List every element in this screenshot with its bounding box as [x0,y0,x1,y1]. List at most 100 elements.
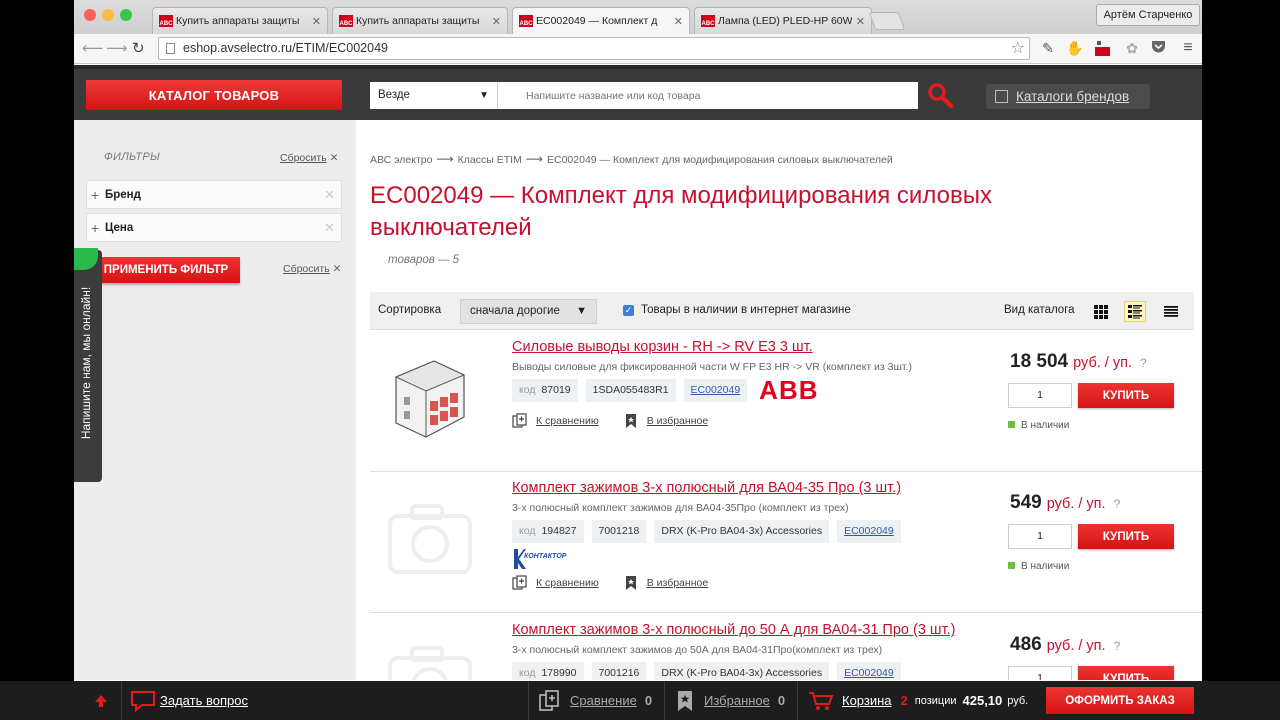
table-view-icon[interactable] [1160,301,1182,322]
catalog-button[interactable]: КАТАЛОГ ТОВАРОВ [86,80,342,110]
product-article: 7001218 [591,520,647,543]
browser-tab-2[interactable]: ABC Купить аппараты защиты ✕ [332,7,508,34]
product-series: DRX (K-Pro ВА04-3х) Accessories [654,662,830,680]
search-icon [928,83,954,109]
scroll-top-button[interactable] [94,681,108,720]
zoom-window-button[interactable] [120,9,132,21]
extension-icon[interactable] [1094,40,1110,56]
etim-class-link[interactable]: EC002049 [837,662,901,680]
product-image-placeholder[interactable] [384,488,476,588]
checkout-button[interactable]: ОФОРМИТЬ ЗАКАЗ [1046,687,1194,714]
bookmark-star-icon[interactable]: ☆ [1011,38,1025,59]
extension-icon[interactable]: ✋ [1066,40,1083,56]
brand-logo-abb[interactable]: ABB [759,377,818,403]
chat-label: Напишите нам, мы онлайн! [79,286,93,440]
buy-button[interactable]: КУПИТЬ [1078,524,1174,549]
filter-brand[interactable]: + Бренд ✕ [86,180,342,209]
quantity-input[interactable]: 1 [1008,383,1072,408]
clear-filter-icon[interactable]: ✕ [324,181,335,209]
add-to-compare-link[interactable]: К сравнению [536,415,599,427]
product-name-link[interactable]: Комплект зажимов 3-х полюсный для ВА04-3… [512,480,901,496]
sort-select[interactable]: сначала дорогие ▼ [460,299,597,324]
code-value: 87019 [541,384,571,396]
cart-label: Корзина [842,693,892,708]
search-scope-select[interactable]: Везде ▼ [370,82,498,109]
etim-class-link[interactable]: EC002049 [683,379,748,402]
pocket-icon[interactable] [1150,40,1166,56]
address-bar[interactable]: eshop.avselectro.ru/ETIM/EC002049 ☆ [158,37,1030,60]
extension-icon[interactable]: ✎ [1040,40,1056,56]
etim-class-link[interactable]: EC002049 [837,520,901,543]
product-tags: код 178990 7001216 DRX (K-Pro ВА04-3х) Ac… [512,662,901,680]
product-name-link[interactable]: Силовые выводы корзин - RH -> RV E3 3 шт… [512,339,813,355]
compare-label: Сравнение [570,693,637,708]
filter-sidebar: ФИЛЬТРЫ Сбросить ✕ + Бренд ✕ + Цена ✕ ПРИ… [74,120,356,680]
in-stock-label[interactable]: Товары в наличии в интернет магазине [641,304,851,316]
close-tab-icon[interactable]: ✕ [856,15,865,28]
breadcrumb-item[interactable]: Классы ETIM [458,154,522,166]
reset-filters-link[interactable]: Сбросить ✕ [280,152,338,164]
product-description: Выводы силовые для фиксированной части W… [512,361,912,373]
product-image[interactable] [384,347,476,447]
filter-price[interactable]: + Цена ✕ [86,213,342,242]
search-input[interactable] [498,82,918,109]
breadcrumb-item-current: EC002049 — Комплект для модифицирования … [547,154,893,166]
sort-bar: Сортировка сначала дорогие ▼ ✓ Товары в … [370,292,1194,330]
paw-icon[interactable]: ✿ [1124,40,1140,56]
camera-placeholder-icon [388,504,472,574]
ask-question-button[interactable]: Задать вопрос [130,681,248,720]
forward-arrow-icon[interactable]: ⟶ [106,39,128,57]
product-tags: код 87019 1SDA055483R1 EC002049 ABB [512,377,819,403]
back-arrow-icon[interactable]: ⟵ [82,39,104,57]
close-icon: ✕ [329,152,339,164]
close-window-button[interactable] [84,9,96,21]
grid-view-icon[interactable] [1090,301,1112,322]
buy-button[interactable]: КУПИТЬ [1078,666,1174,680]
close-tab-icon[interactable]: ✕ [674,15,683,28]
product-name-link[interactable]: Комплект зажимов 3-х полюсный до 50 А дл… [512,622,955,638]
divider [797,681,798,720]
price-value: 549 [1010,492,1042,513]
browser-window: ABC Купить аппараты защиты ✕ ABC Купить … [74,0,1202,720]
buy-button[interactable]: КУПИТЬ [1078,383,1174,408]
add-to-compare-link[interactable]: К сравнению [536,577,599,589]
add-to-favorites-link[interactable]: В избранное [647,415,708,427]
price-help-icon[interactable]: ? [1114,497,1121,511]
profile-button[interactable]: Артём Старченко [1096,4,1200,26]
compare-button[interactable]: Сравнение 0 [538,681,652,720]
search-button[interactable] [926,81,956,111]
in-stock-checkbox[interactable]: ✓ [623,305,634,316]
browser-tab-4[interactable]: ABC Лампа (LED) PLED-HP 60W ✕ [694,7,872,34]
apply-filter-button[interactable]: ПРИМЕНИТЬ ФИЛЬТР [92,257,240,283]
brand-logo-kontaktor[interactable]: КОНТАКТОР [512,549,568,569]
browser-toolbar: ⟵ ⟶ ↻ eshop.avselectro.ru/ETIM/EC002049 … [74,34,1202,64]
favorites-button[interactable]: Избранное 0 [676,681,785,720]
minimize-window-button[interactable] [102,9,114,21]
add-to-favorites-link[interactable]: В избранное [647,577,708,589]
online-chat-tab[interactable]: Напишите нам, мы онлайн! [74,248,102,482]
reload-icon[interactable]: ↻ [132,39,145,57]
quantity-input[interactable]: 1 [1008,524,1072,549]
price-help-icon[interactable]: ? [1114,639,1121,653]
cart-button[interactable]: Корзина 2 позиции 425,10 руб. [808,681,1028,720]
menu-icon[interactable]: ≡ [1180,40,1196,56]
price-help-icon[interactable]: ? [1140,356,1147,370]
price-value: 18 504 [1010,351,1069,372]
browser-tab-3-active[interactable]: ABC EC002049 — Комплект д ✕ [512,7,690,34]
close-tab-icon[interactable]: ✕ [492,15,501,28]
plus-icon: + [91,187,100,203]
new-tab-button[interactable] [868,12,906,30]
sort-label: Сортировка [378,304,442,316]
list-view-icon[interactable] [1124,301,1146,322]
browser-tab-1[interactable]: ABC Купить аппараты защиты ✕ [152,7,328,34]
site-favicon: ABC [339,15,353,27]
breadcrumb-item[interactable]: АВС электро [370,154,432,166]
brand-name: КОНТАКТОР [524,553,567,560]
brand-catalogs-button[interactable]: Каталоги брендов [986,84,1150,109]
clear-filter-icon[interactable]: ✕ [324,214,335,242]
compare-count: 0 [644,693,653,708]
reset-filters-link-2[interactable]: Сбросить ✕ [283,263,341,275]
quantity-input[interactable]: 1 [1008,666,1072,680]
close-tab-icon[interactable]: ✕ [312,15,321,28]
product-image-placeholder[interactable] [384,630,476,680]
